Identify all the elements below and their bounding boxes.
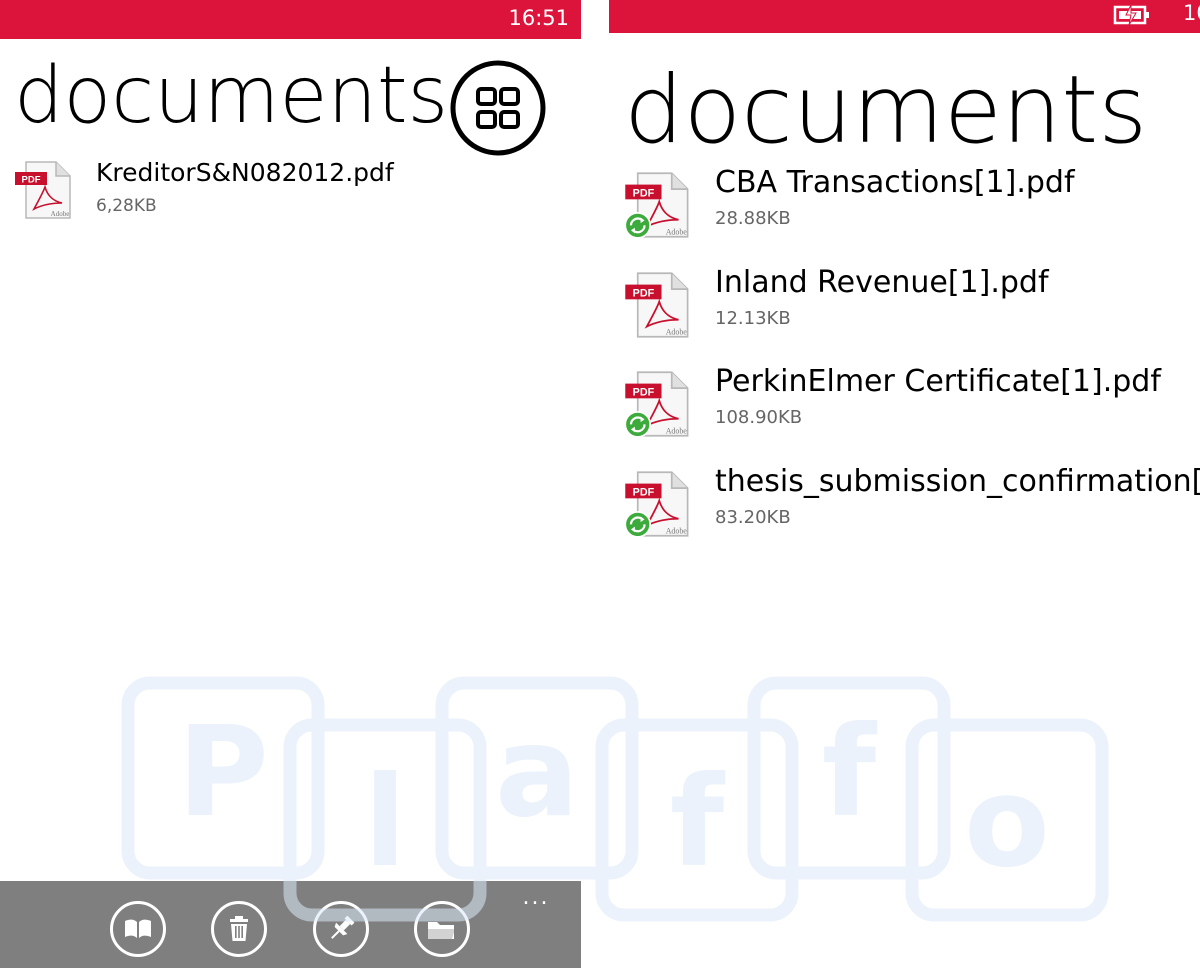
sync-icon: [625, 412, 650, 437]
file-item[interactable]: PerkinElmer Certificate[1].pdf 108.90KB: [624, 364, 1200, 436]
page-title: documents: [14, 51, 449, 141]
sync-icon: [625, 512, 650, 537]
file-item[interactable]: thesis_submission_confirmation[1]. 83.20…: [624, 464, 1200, 536]
pdf-file-icon: [624, 470, 690, 538]
file-item[interactable]: CBA Transactions[1].pdf 28.88KB: [624, 165, 1200, 237]
pdf-file-icon: [14, 160, 72, 220]
file-size: 28.88KB: [715, 208, 791, 229]
scan-icon: [450, 60, 546, 156]
status-time: 16:51: [508, 6, 569, 30]
sync-icon: [625, 213, 650, 238]
file-size: 12.13KB: [715, 308, 791, 329]
pin-icon: [313, 901, 369, 957]
file-item[interactable]: Inland Revenue[1].pdf 12.13KB: [624, 265, 1200, 337]
book-icon: [110, 901, 166, 957]
pdf-file-icon: [624, 171, 690, 239]
file-size: 108.90KB: [715, 407, 803, 428]
file-name: Inland Revenue[1].pdf: [715, 265, 1049, 300]
more-button[interactable]: ...: [514, 887, 558, 909]
file-name: KreditorS&N082012.pdf: [96, 158, 394, 187]
pin-button[interactable]: [312, 900, 370, 958]
pdf-file-icon: [624, 370, 690, 438]
battery-charging-icon: [1113, 4, 1149, 26]
file-item[interactable]: KreditorS&N082012.pdf 6,28KB: [14, 158, 574, 224]
trash-icon: [211, 901, 267, 957]
file-name: CBA Transactions[1].pdf: [715, 165, 1075, 200]
right-phone-screen: 10 documents CBA Transactions[1].pdf 28.…: [609, 0, 1200, 968]
file-size: 83.20KB: [715, 507, 791, 528]
delete-button[interactable]: [210, 900, 268, 958]
scan-button[interactable]: [448, 58, 548, 158]
folder-icon: [414, 901, 470, 957]
file-size: 6,28KB: [96, 196, 157, 216]
status-bar: 16:51: [0, 0, 581, 39]
page-title: documents: [624, 56, 1148, 165]
left-phone-screen: 16:51 documents KreditorS&N082012.pdf 6,…: [0, 0, 581, 968]
file-name: thesis_submission_confirmation[1].: [715, 464, 1200, 499]
folder-button[interactable]: [413, 900, 471, 958]
status-bar: 10: [609, 0, 1200, 33]
file-name: PerkinElmer Certificate[1].pdf: [715, 364, 1161, 399]
status-time: 10: [1183, 1, 1200, 25]
app-bar: ...: [0, 881, 581, 968]
pdf-file-icon: [624, 271, 690, 339]
open-button[interactable]: [109, 900, 167, 958]
